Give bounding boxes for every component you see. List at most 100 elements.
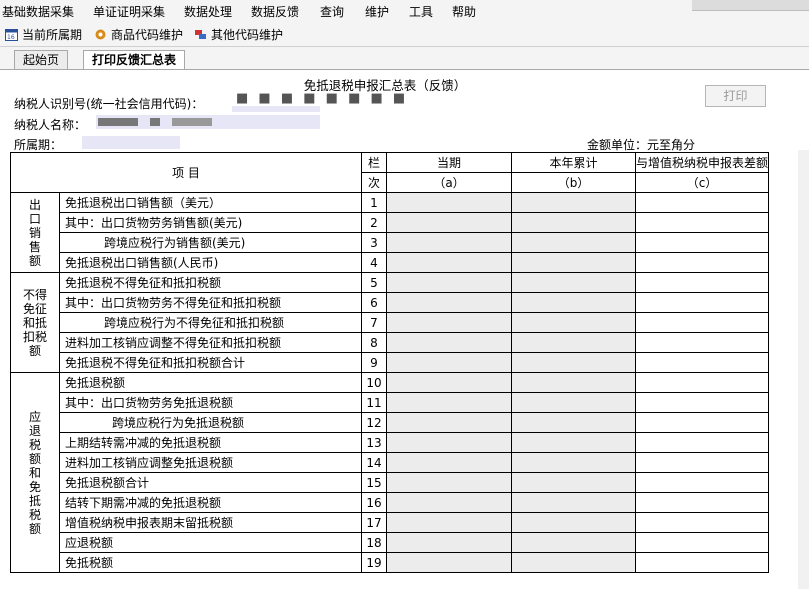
row-no: 14 [361, 452, 387, 473]
menu-certificate[interactable]: 单证证明采集 [93, 3, 165, 20]
cell-current[interactable] [386, 412, 512, 433]
cell-diff[interactable] [634, 372, 770, 393]
cell-diff[interactable] [634, 272, 770, 293]
row-no: 11 [361, 392, 387, 413]
row-label: 跨境应税行为不得免征和抵扣税额 [59, 312, 362, 333]
taxpayer-name-redacted [98, 118, 138, 126]
cell-current[interactable] [386, 452, 512, 473]
table-row: 进料加工核销应调整不得免征和抵扣税额 8 [11, 332, 770, 353]
cell-diff[interactable] [634, 312, 770, 333]
cell-ytd[interactable] [511, 332, 636, 353]
cell-ytd[interactable] [511, 392, 636, 413]
cell-current[interactable] [386, 372, 512, 393]
cell-ytd[interactable] [511, 232, 636, 253]
cell-ytd[interactable] [511, 312, 636, 333]
table-row: 不得免征和抵扣税额 免抵退税不得免征和抵扣税额 5 [10, 272, 770, 373]
cell-diff[interactable] [634, 252, 770, 273]
product-code-button[interactable]: 商品代码维护 [94, 26, 183, 42]
cell-current[interactable] [386, 492, 512, 513]
menu-data-processing[interactable]: 数据处理 [184, 3, 232, 20]
cell-current[interactable] [386, 252, 512, 273]
cell-ytd[interactable] [511, 272, 636, 293]
row-no: 13 [361, 432, 387, 453]
cell-ytd[interactable] [511, 512, 636, 533]
menu-help[interactable]: 帮助 [452, 3, 476, 20]
cell-ytd[interactable] [511, 552, 636, 573]
menu-bar: 基础数据采集 单证证明采集 数据处理 数据反馈 查询 维护 工具 帮助 [0, 0, 809, 22]
cell-current[interactable] [386, 312, 512, 333]
cell-current[interactable] [386, 212, 512, 233]
cell-diff[interactable] [634, 352, 770, 373]
cell-current[interactable] [386, 432, 512, 453]
row-label: 免抵退税不得免征和抵扣税额 [59, 272, 362, 293]
cell-current[interactable] [386, 232, 512, 253]
cell-current[interactable] [386, 292, 512, 313]
cell-ytd[interactable] [511, 372, 636, 393]
row-label: 免抵退税出口销售额（美元） [59, 192, 362, 213]
cell-current[interactable] [386, 392, 512, 413]
cell-current[interactable] [386, 512, 512, 533]
cell-diff[interactable] [634, 332, 770, 353]
other-code-button[interactable]: 其他代码维护 [194, 26, 283, 42]
cell-diff[interactable] [634, 512, 770, 533]
cell-current[interactable] [386, 272, 512, 293]
row-label: 其中：出口货物劳务不得免征和抵扣税额 [59, 292, 362, 313]
current-period-button[interactable]: 16 当前所属期 [5, 26, 82, 42]
tab-start-page[interactable]: 起始页 [14, 50, 69, 69]
cell-ytd[interactable] [511, 292, 636, 313]
tab-print-feedback-summary[interactable]: 打印反馈汇总表 [83, 50, 186, 70]
cell-diff[interactable] [634, 492, 770, 513]
table-row: 增值税纳税申报表期末留抵税额 17 [11, 512, 770, 533]
menu-data-feedback[interactable]: 数据反馈 [251, 3, 299, 20]
cell-diff[interactable] [634, 432, 770, 453]
category-refund-exempt: 应退税额和免抵税额 [10, 372, 60, 573]
cell-diff[interactable] [634, 552, 770, 573]
menu-basic-data[interactable]: 基础数据采集 [2, 3, 74, 20]
cell-diff[interactable] [634, 212, 770, 233]
cell-ytd[interactable] [511, 352, 636, 373]
cell-diff[interactable] [634, 292, 770, 313]
table-row: 免抵退税出口销售额(人民币) 4 [11, 252, 770, 273]
menu-maintenance[interactable]: 维护 [365, 3, 389, 20]
cell-ytd[interactable] [511, 192, 636, 213]
cell-current[interactable] [386, 532, 512, 553]
cell-diff[interactable] [634, 392, 770, 413]
cell-ytd[interactable] [511, 472, 636, 493]
taxpayer-name-redacted-mark [150, 118, 160, 126]
cell-current[interactable] [386, 352, 512, 373]
amount-unit-label: 金额单位：元至角分 [587, 138, 696, 152]
cell-diff[interactable] [634, 412, 770, 433]
cell-current[interactable] [386, 332, 512, 353]
menu-tools[interactable]: 工具 [409, 3, 433, 20]
row-no: 2 [361, 212, 387, 233]
cell-diff[interactable] [634, 192, 770, 213]
cell-current[interactable] [386, 552, 512, 573]
cell-ytd[interactable] [511, 432, 636, 453]
cell-diff[interactable] [634, 532, 770, 553]
row-label: 增值税纳税申报表期末留抵税额 [59, 512, 362, 533]
cell-ytd[interactable] [511, 212, 636, 233]
cell-current[interactable] [386, 472, 512, 493]
menu-query[interactable]: 查询 [320, 3, 344, 20]
gear-icon [95, 29, 106, 39]
period-label: 所属期： [14, 138, 63, 152]
row-no: 8 [361, 332, 387, 353]
cell-ytd[interactable] [511, 412, 636, 433]
cell-diff[interactable] [634, 452, 770, 473]
cell-ytd[interactable] [511, 252, 636, 273]
cell-ytd[interactable] [511, 452, 636, 473]
cell-ytd[interactable] [511, 492, 636, 513]
cell-current[interactable] [386, 192, 512, 213]
current-period-label: 当前所属期 [22, 27, 83, 42]
cell-ytd[interactable] [511, 532, 636, 553]
header-current: 当期 [386, 152, 512, 173]
cell-diff[interactable] [634, 232, 770, 253]
print-button[interactable]: 打印 [705, 85, 766, 107]
vertical-scrollbar[interactable] [798, 150, 809, 589]
taxpayer-name-label: 纳税人名称： [14, 118, 87, 132]
cell-diff[interactable] [634, 472, 770, 493]
row-no: 1 [361, 192, 387, 213]
row-label: 免抵税额 [59, 552, 362, 573]
taxpayer-id-blur [232, 106, 320, 112]
table-row: 跨境应税行为销售额(美元) 3 [11, 232, 770, 253]
